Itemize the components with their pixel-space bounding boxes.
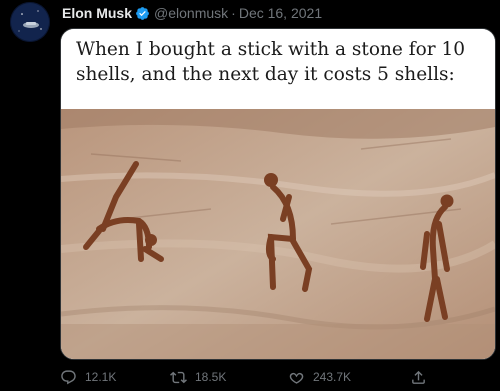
handle[interactable]: @elonmusk — [154, 5, 228, 21]
tweet-header: Elon Musk @elonmusk · Dec 16, 2021 — [62, 4, 322, 22]
tweet-actions: 12.1K 18.5K 243.7K — [60, 366, 494, 388]
tweet-date[interactable]: Dec 16, 2021 — [239, 5, 322, 21]
reply-count: 12.1K — [85, 370, 117, 384]
like-count: 243.7K — [313, 370, 352, 384]
tweet[interactable]: Elon Musk @elonmusk · Dec 16, 2021 When … — [0, 0, 500, 391]
display-name[interactable]: Elon Musk — [62, 5, 132, 21]
retweet-icon — [170, 371, 187, 383]
avatar[interactable] — [10, 2, 50, 42]
share-button[interactable] — [410, 369, 427, 386]
avatar-image — [10, 2, 50, 42]
meme-caption: When I bought a stick with a stone for 1… — [61, 29, 495, 109]
share-icon — [412, 370, 425, 384]
like-icon — [289, 372, 304, 384]
cave-painting-image — [61, 109, 495, 359]
verified-badge-icon — [135, 6, 150, 21]
reply-icon — [61, 369, 76, 384]
retweet-button[interactable]: 18.5K — [170, 369, 226, 386]
like-button[interactable]: 243.7K — [288, 369, 351, 386]
tweet-media[interactable]: When I bought a stick with a stone for 1… — [60, 28, 496, 360]
reply-button[interactable]: 12.1K — [60, 369, 116, 386]
header-separator: · — [231, 5, 236, 21]
retweet-count: 18.5K — [195, 370, 227, 384]
